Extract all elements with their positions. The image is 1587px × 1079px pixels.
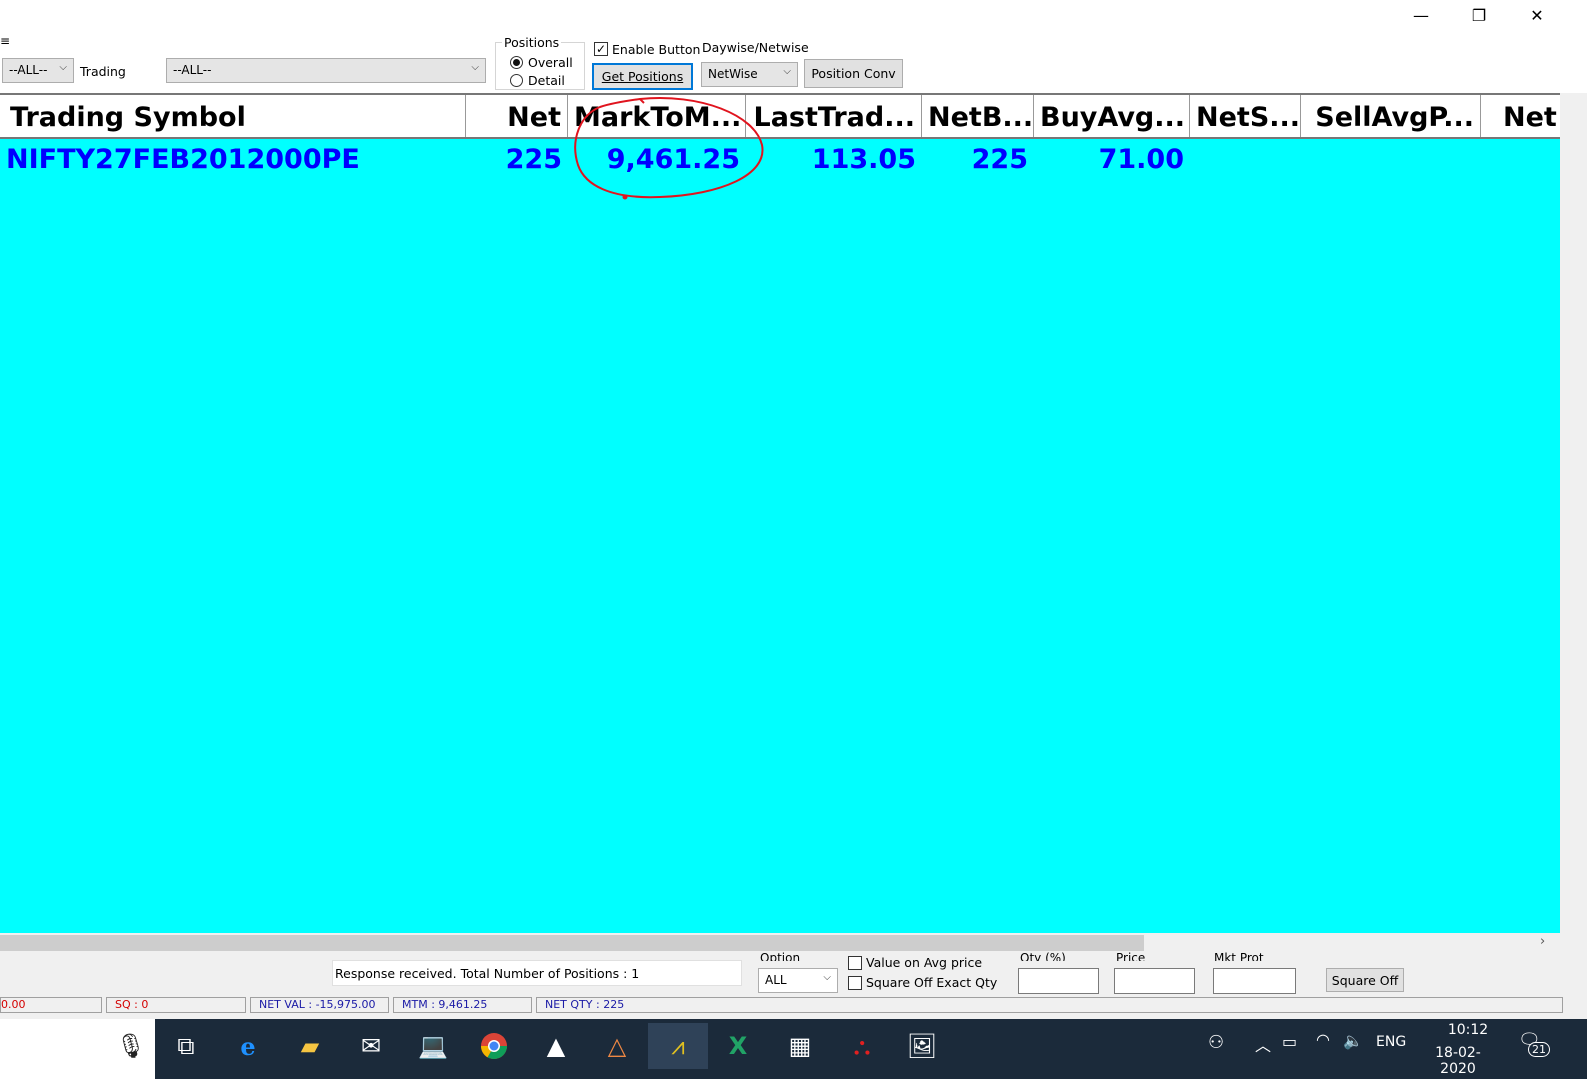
overall-radio-label: Overall bbox=[528, 55, 573, 70]
daywise-netwise-label: Daywise/Netwise bbox=[702, 40, 809, 55]
calculator-icon[interactable]: ▦ bbox=[774, 1023, 826, 1069]
app-triangle-icon[interactable]: △ bbox=[591, 1023, 643, 1069]
chevron-up-icon[interactable]: ︿ bbox=[1255, 1032, 1271, 1056]
status-mtm: MTM : 9,461.25 bbox=[393, 997, 532, 1013]
detail-radio[interactable] bbox=[510, 74, 523, 87]
language-indicator[interactable]: ENG bbox=[1376, 1034, 1406, 1050]
positions-group-label: Positions bbox=[502, 35, 562, 50]
edge-icon[interactable]: e bbox=[222, 1023, 274, 1069]
vertical-scrollbar[interactable] bbox=[1560, 93, 1587, 953]
horizontal-scrollbar[interactable]: › bbox=[0, 933, 1560, 953]
status-value: 0.00 bbox=[0, 997, 102, 1013]
netwise-select-value: NetWise bbox=[708, 67, 758, 81]
notification-count-badge: 21 bbox=[1528, 1042, 1550, 1057]
mail-icon[interactable]: ✉ bbox=[345, 1023, 397, 1069]
price-input[interactable] bbox=[1114, 968, 1195, 994]
battery-icon[interactable]: ▭ bbox=[1282, 1032, 1297, 1051]
exchange-select[interactable]: --ALL-- ⌵ bbox=[2, 58, 74, 83]
file-explorer-icon[interactable]: ▰ bbox=[284, 1023, 336, 1069]
chrome-icon[interactable] bbox=[468, 1023, 520, 1069]
app-a-icon[interactable]: ▲ bbox=[530, 1023, 582, 1069]
photos-icon[interactable]: 🖼 bbox=[896, 1023, 948, 1069]
chevron-down-icon: ⌵ bbox=[823, 972, 831, 983]
status-net-qty: NET QTY : 225 bbox=[536, 997, 1563, 1013]
exchange-select-value: --ALL-- bbox=[9, 63, 48, 77]
menu-icon[interactable]: ≡ bbox=[0, 34, 10, 48]
excel-icon[interactable]: X bbox=[712, 1023, 764, 1069]
microphone-icon[interactable]: 🎙 bbox=[105, 1023, 157, 1069]
response-message: Response received. Total Number of Posit… bbox=[332, 960, 742, 986]
task-view-icon[interactable]: ⧉ bbox=[160, 1023, 212, 1069]
qty-input[interactable] bbox=[1018, 968, 1099, 994]
detail-radio-label: Detail bbox=[528, 73, 565, 88]
mkt-prot-label: Mkt Prot bbox=[1214, 951, 1264, 961]
people-icon[interactable]: ⚇ bbox=[1208, 1032, 1224, 1053]
chevron-down-icon: ⌵ bbox=[471, 62, 479, 73]
trading-select-value: --ALL-- bbox=[173, 63, 212, 77]
chevron-down-icon: ⌵ bbox=[783, 66, 791, 77]
clock-date[interactable]: 18-02-2020 bbox=[1418, 1045, 1498, 1077]
square-off-exact-label: Square Off Exact Qty bbox=[866, 975, 998, 990]
square-off-exact-checkbox[interactable] bbox=[848, 976, 862, 990]
trading-select[interactable]: --ALL-- ⌵ bbox=[166, 58, 486, 83]
restore-button[interactable]: ❐ bbox=[1450, 0, 1508, 30]
close-button[interactable]: ✕ bbox=[1508, 0, 1566, 30]
minimize-button[interactable]: — bbox=[1392, 0, 1450, 30]
option-label: Option bbox=[760, 951, 801, 961]
red-circle-annotation bbox=[574, 97, 764, 200]
option-select-value: ALL bbox=[765, 973, 787, 987]
wifi-icon[interactable]: ◠ bbox=[1316, 1030, 1330, 1049]
get-positions-button[interactable]: Get Positions bbox=[592, 63, 693, 90]
mkt-prot-input[interactable] bbox=[1213, 968, 1296, 994]
clock-time[interactable]: 10:12 bbox=[1438, 1022, 1498, 1038]
status-net-val: NET VAL : -15,975.00 bbox=[250, 997, 389, 1013]
netwise-select[interactable]: NetWise ⌵ bbox=[701, 62, 798, 87]
square-off-button[interactable]: Square Off bbox=[1326, 968, 1404, 992]
overall-radio[interactable] bbox=[510, 56, 523, 69]
option-select[interactable]: ALL ⌵ bbox=[758, 968, 838, 993]
value-on-avg-checkbox[interactable] bbox=[848, 956, 862, 970]
trading-label: Trading bbox=[80, 64, 126, 79]
trading-app-icon[interactable]: ⩘ bbox=[648, 1023, 708, 1069]
enable-button-checkbox[interactable]: ✓ bbox=[594, 42, 608, 56]
position-conv-button[interactable]: Position Conv bbox=[804, 59, 903, 88]
value-on-avg-label: Value on Avg price bbox=[866, 955, 983, 970]
enable-button-label: Enable Button bbox=[612, 42, 701, 57]
positions-grid[interactable]: Trading Symbol Net MarkToM... LastTrad..… bbox=[0, 93, 1560, 933]
price-label: Price bbox=[1116, 951, 1146, 961]
chevron-down-icon: ⌵ bbox=[59, 62, 67, 73]
scroll-right-icon[interactable]: › bbox=[1540, 934, 1545, 949]
pdf-reader-icon[interactable]: ⛬ bbox=[836, 1023, 888, 1069]
scrollbar-thumb[interactable] bbox=[0, 935, 1144, 951]
status-sq: SQ : 0 bbox=[106, 997, 246, 1013]
qty-label: Qty (%) bbox=[1020, 951, 1066, 961]
laptop-icon[interactable]: 💻 bbox=[407, 1023, 459, 1069]
volume-icon[interactable]: 🔈 bbox=[1343, 1031, 1363, 1050]
